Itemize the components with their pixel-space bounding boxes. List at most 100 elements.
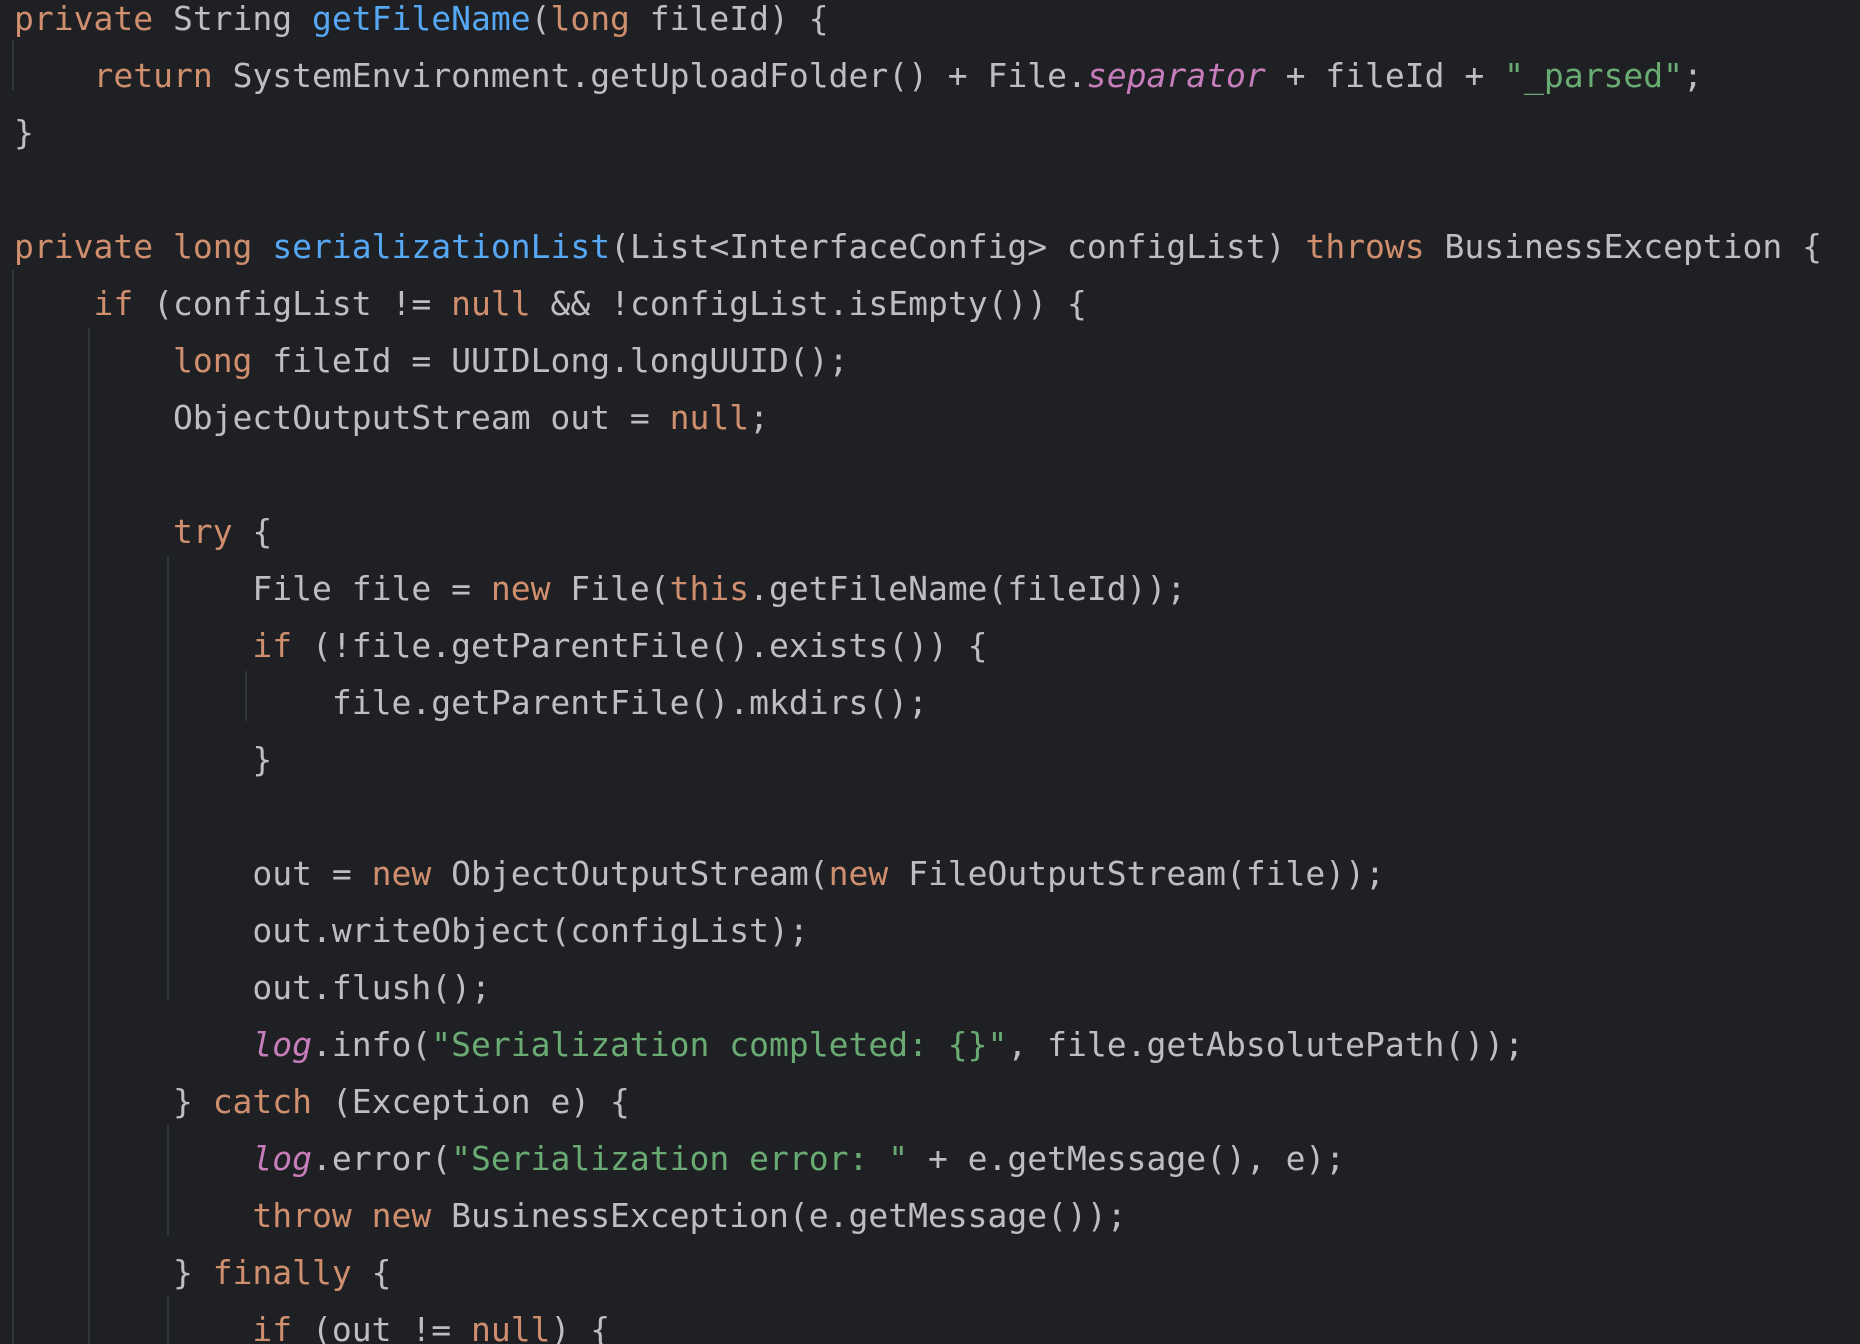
code-token: FileOutputStream(file));: [888, 854, 1385, 893]
code-token: new: [371, 854, 432, 893]
code-token: .info(: [312, 1025, 432, 1064]
code-line[interactable]: } catch (Exception e) {: [14, 1073, 630, 1130]
code-token: SystemEnvironment.getUploadFolder() + Fi…: [212, 56, 1087, 95]
code-token: }: [14, 113, 34, 152]
code-line[interactable]: return SystemEnvironment.getUploadFolder…: [14, 47, 1703, 104]
code-token: null: [451, 284, 531, 323]
code-token: }: [14, 1253, 213, 1292]
code-token: "Serialization error: ": [451, 1139, 909, 1178]
code-line[interactable]: log.error("Serialization error: " + e.ge…: [14, 1130, 1345, 1187]
code-token: try: [172, 512, 233, 551]
code-token: }: [14, 740, 273, 779]
code-line[interactable]: private long serializationList(List<Inte…: [14, 218, 1822, 275]
code-token: File(: [550, 569, 670, 608]
code-line[interactable]: if (configList != null && !configList.is…: [14, 275, 1087, 332]
code-token: this: [669, 569, 750, 608]
code-line[interactable]: log.info("Serialization completed: {}", …: [14, 1016, 1524, 1073]
code-token: out.writeObject(configList);: [14, 911, 809, 950]
code-token: ObjectOutputStream(: [431, 854, 829, 893]
code-token: BusinessException(e.getMessage());: [431, 1196, 1127, 1235]
code-token: long: [172, 227, 253, 266]
code-token: return: [93, 56, 213, 95]
code-token: throw: [252, 1196, 352, 1235]
code-line[interactable]: if (!file.getParentFile().exists()) {: [14, 617, 988, 674]
code-token: private: [14, 0, 154, 38]
code-token: BusinessException {: [1424, 227, 1823, 266]
code-token: long: [550, 0, 630, 38]
code-token: ;: [749, 398, 769, 437]
code-line[interactable]: long fileId = UUIDLong.longUUID();: [14, 332, 849, 389]
code-token: fileId = UUIDLong.longUUID();: [252, 341, 849, 380]
code-line[interactable]: out = new ObjectOutputStream(new FileOut…: [14, 845, 1385, 902]
code-token: out.flush();: [14, 968, 491, 1007]
code-token: out =: [14, 854, 372, 893]
code-line[interactable]: File file = new File(this.getFileName(fi…: [14, 560, 1186, 617]
code-token: File file =: [14, 569, 491, 608]
code-token: fileId) {: [629, 0, 829, 38]
code-token: (!file.getParentFile().exists()) {: [292, 626, 988, 665]
code-token: ObjectOutputStream out =: [14, 398, 670, 437]
code-line[interactable]: if (out != null) {: [14, 1301, 610, 1344]
code-token: throws: [1305, 227, 1425, 266]
code-token: separator: [1086, 56, 1266, 95]
code-token: .error(: [312, 1139, 452, 1178]
code-token: (out !=: [292, 1310, 471, 1344]
code-token: new: [490, 569, 551, 608]
code-token: null: [669, 398, 750, 437]
code-token: ;: [1682, 56, 1703, 95]
code-token: finally: [212, 1253, 352, 1292]
code-token: file.getParentFile().mkdirs();: [14, 683, 928, 722]
code-token: new: [828, 854, 889, 893]
code-line[interactable]: private String getFileName(long fileId) …: [14, 0, 829, 47]
code-line[interactable]: out.writeObject(configList);: [14, 902, 809, 959]
code-token: + fileId +: [1265, 56, 1505, 95]
code-token: "Serialization completed: {}": [431, 1025, 1008, 1064]
code-line[interactable]: throw new BusinessException(e.getMessage…: [14, 1187, 1127, 1244]
code-token: (: [530, 0, 551, 38]
code-token: log: [252, 1025, 313, 1064]
code-line[interactable]: try {: [14, 503, 272, 560]
code-token: new: [371, 1196, 432, 1235]
code-line[interactable]: } finally {: [14, 1244, 392, 1301]
code-token: (Exception e) {: [312, 1082, 630, 1121]
code-token: (configList !=: [133, 284, 452, 323]
code-token: getFileName: [312, 0, 531, 38]
code-token: String: [153, 0, 313, 38]
code-token: {: [232, 512, 273, 551]
code-token: .getFileName(fileId));: [749, 569, 1187, 608]
code-token: serializationList: [272, 227, 611, 266]
code-token: if: [252, 1310, 293, 1344]
code-token: , file.getAbsolutePath());: [1007, 1025, 1524, 1064]
code-line[interactable]: ObjectOutputStream out = null;: [14, 389, 769, 446]
code-token: null: [470, 1310, 551, 1344]
code-token: ) {: [550, 1310, 611, 1344]
code-token: long: [172, 341, 253, 380]
code-token: catch: [212, 1082, 313, 1121]
code-token: {: [351, 1253, 392, 1292]
code-token: if: [252, 626, 293, 665]
code-line[interactable]: file.getParentFile().mkdirs();: [14, 674, 928, 731]
code-token: + e.getMessage(), e);: [908, 1139, 1346, 1178]
code-editor[interactable]: private String getFileName(long fileId) …: [0, 0, 1860, 1344]
code-token: log: [252, 1139, 313, 1178]
code-token: && !configList.isEmpty()) {: [530, 284, 1087, 323]
code-token: "_parsed": [1504, 56, 1683, 95]
code-line[interactable]: }: [14, 104, 34, 161]
code-token: if: [93, 284, 134, 323]
code-line[interactable]: out.flush();: [14, 959, 491, 1016]
code-token: }: [14, 1082, 213, 1121]
code-line[interactable]: }: [14, 731, 272, 788]
code-token: (List<InterfaceConfig> configList): [610, 227, 1306, 266]
code-token: private: [14, 227, 154, 266]
